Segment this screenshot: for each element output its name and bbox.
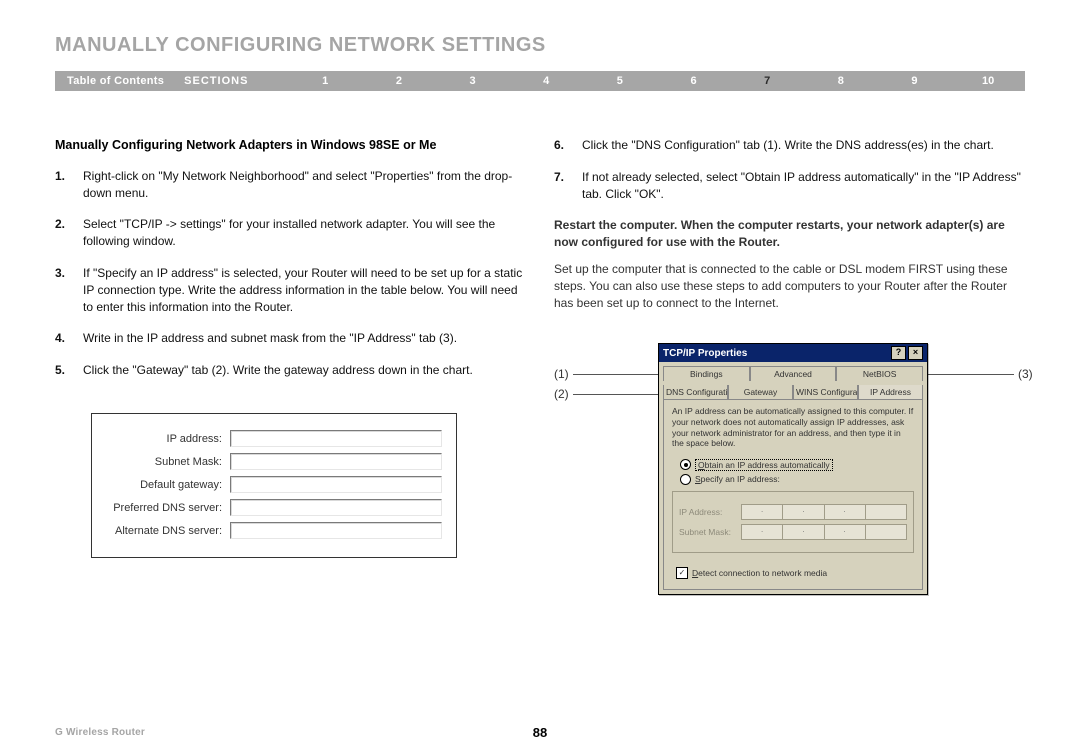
alternate-dns-field[interactable] <box>230 522 442 539</box>
ip-address-field[interactable] <box>230 430 442 447</box>
step-num: 2. <box>55 216 83 250</box>
step-6: 6.Click the "DNS Configuration" tab (1).… <box>554 137 1025 154</box>
step-3: 3.If "Specify an IP address" is selected… <box>55 265 526 315</box>
section-title: MANUALLY CONFIGURING NETWORK SETTINGS <box>55 34 1025 57</box>
followup-note: Set up the computer that is connected to… <box>554 261 1025 311</box>
nav-bar: Table of Contents SECTIONS 1 2 3 4 5 6 7… <box>55 71 1025 91</box>
tab-wins-configuration[interactable]: WINS Configuration <box>793 385 858 399</box>
nav-section-1[interactable]: 1 <box>288 75 362 87</box>
tab-ip-address[interactable]: IP Address <box>858 385 923 399</box>
detect-connection-checkbox[interactable]: ✓ Detect connection to network media <box>676 567 914 579</box>
step-text: Select "TCP/IP -> settings" for your ins… <box>83 216 526 250</box>
nav-sections-label: SECTIONS <box>184 75 288 87</box>
callout-1: (1) <box>554 367 659 381</box>
tcpip-properties-figure: (1) (2) (3) TCP/IP Properties ? × <box>554 343 1025 593</box>
step-text: Right-click on "My Network Neighborhood"… <box>83 168 526 202</box>
subnet-mask-label-win: Subnet Mask: <box>679 527 741 537</box>
default-gateway-label: Default gateway: <box>102 479 230 491</box>
callout-label: (2) <box>554 387 569 401</box>
step-text: Click the "DNS Configuration" tab (1). W… <box>582 137 994 154</box>
default-gateway-field[interactable] <box>230 476 442 493</box>
nav-section-10[interactable]: 10 <box>951 75 1025 87</box>
preferred-dns-label: Preferred DNS server: <box>102 502 230 514</box>
subnet-mask-input[interactable]: ... <box>741 524 907 540</box>
step-text: If "Specify an IP address" is selected, … <box>83 265 526 315</box>
ip-address-chart: IP address: Subnet Mask: Default gateway… <box>91 413 457 558</box>
step-num: 4. <box>55 330 83 347</box>
tabs-row-1: Bindings Advanced NetBIOS <box>659 362 927 381</box>
callout-label: (3) <box>1018 367 1033 381</box>
radio-specify-ip[interactable]: Specify an IP address: <box>680 474 914 485</box>
tab-advanced[interactable]: Advanced <box>750 366 837 381</box>
step-num: 3. <box>55 265 83 315</box>
radio-icon <box>680 459 691 470</box>
tab-bindings[interactable]: Bindings <box>663 366 750 381</box>
step-1: 1.Right-click on "My Network Neighborhoo… <box>55 168 526 202</box>
restart-note: Restart the computer. When the computer … <box>554 217 1025 251</box>
page-number: 88 <box>533 725 547 740</box>
nav-section-8[interactable]: 8 <box>804 75 878 87</box>
checkbox-icon: ✓ <box>676 567 688 579</box>
help-button[interactable]: ? <box>891 346 906 360</box>
tab-netbios[interactable]: NetBIOS <box>836 366 923 381</box>
right-column: 6.Click the "DNS Configuration" tab (1).… <box>554 137 1025 593</box>
step-text: Write in the IP address and subnet mask … <box>83 330 457 347</box>
tab-dns-configuration[interactable]: DNS Configuration <box>663 385 728 399</box>
step-num: 1. <box>55 168 83 202</box>
nav-section-4[interactable]: 4 <box>509 75 583 87</box>
window-title: TCP/IP Properties <box>663 348 747 359</box>
tab-body: An IP address can be automatically assig… <box>663 399 923 590</box>
alternate-dns-label: Alternate DNS server: <box>102 525 230 537</box>
window-titlebar: TCP/IP Properties ? × <box>659 344 927 362</box>
subnet-mask-label: Subnet Mask: <box>102 456 230 468</box>
step-num: 7. <box>554 169 582 203</box>
nav-section-3[interactable]: 3 <box>436 75 510 87</box>
step-text: Click the "Gateway" tab (2). Write the g… <box>83 362 473 379</box>
ip-address-input[interactable]: ... <box>741 504 907 520</box>
close-button[interactable]: × <box>908 346 923 360</box>
callout-3: (3) <box>928 367 1033 381</box>
ip-address-label: IP address: <box>102 433 230 445</box>
tab-gateway[interactable]: Gateway <box>728 385 793 399</box>
nav-toc[interactable]: Table of Contents <box>55 75 184 87</box>
ip-specify-group: IP Address: ... Subnet Mask: ... <box>672 491 914 553</box>
callout-label: (1) <box>554 367 569 381</box>
nav-section-6[interactable]: 6 <box>657 75 731 87</box>
step-2: 2.Select "TCP/IP -> settings" for your i… <box>55 216 526 250</box>
preferred-dns-field[interactable] <box>230 499 442 516</box>
tabs-row-2: DNS Configuration Gateway WINS Configura… <box>659 381 927 399</box>
step-7: 7.If not already selected, select "Obtai… <box>554 169 1025 203</box>
step-5: 5.Click the "Gateway" tab (2). Write the… <box>55 362 526 379</box>
left-column: Manually Configuring Network Adapters in… <box>55 137 526 593</box>
subnet-mask-field[interactable] <box>230 453 442 470</box>
step-num: 5. <box>55 362 83 379</box>
step-4: 4.Write in the IP address and subnet mas… <box>55 330 526 347</box>
nav-section-9[interactable]: 9 <box>878 75 952 87</box>
nav-section-5[interactable]: 5 <box>583 75 657 87</box>
tab-description: An IP address can be automatically assig… <box>672 406 914 449</box>
page-footer: G Wireless Router 88 <box>55 727 1025 738</box>
radio-icon <box>680 474 691 485</box>
subsection-heading: Manually Configuring Network Adapters in… <box>55 137 526 154</box>
radio-obtain-auto[interactable]: Obtain an IP address automatically <box>680 459 914 471</box>
ip-address-label-win: IP Address: <box>679 507 741 517</box>
product-name: G Wireless Router <box>55 727 145 738</box>
step-num: 6. <box>554 137 582 154</box>
nav-section-7[interactable]: 7 <box>730 75 804 87</box>
step-text: If not already selected, select "Obtain … <box>582 169 1025 203</box>
tcpip-properties-window: TCP/IP Properties ? × Bindings Advanced … <box>658 343 928 595</box>
nav-section-2[interactable]: 2 <box>362 75 436 87</box>
